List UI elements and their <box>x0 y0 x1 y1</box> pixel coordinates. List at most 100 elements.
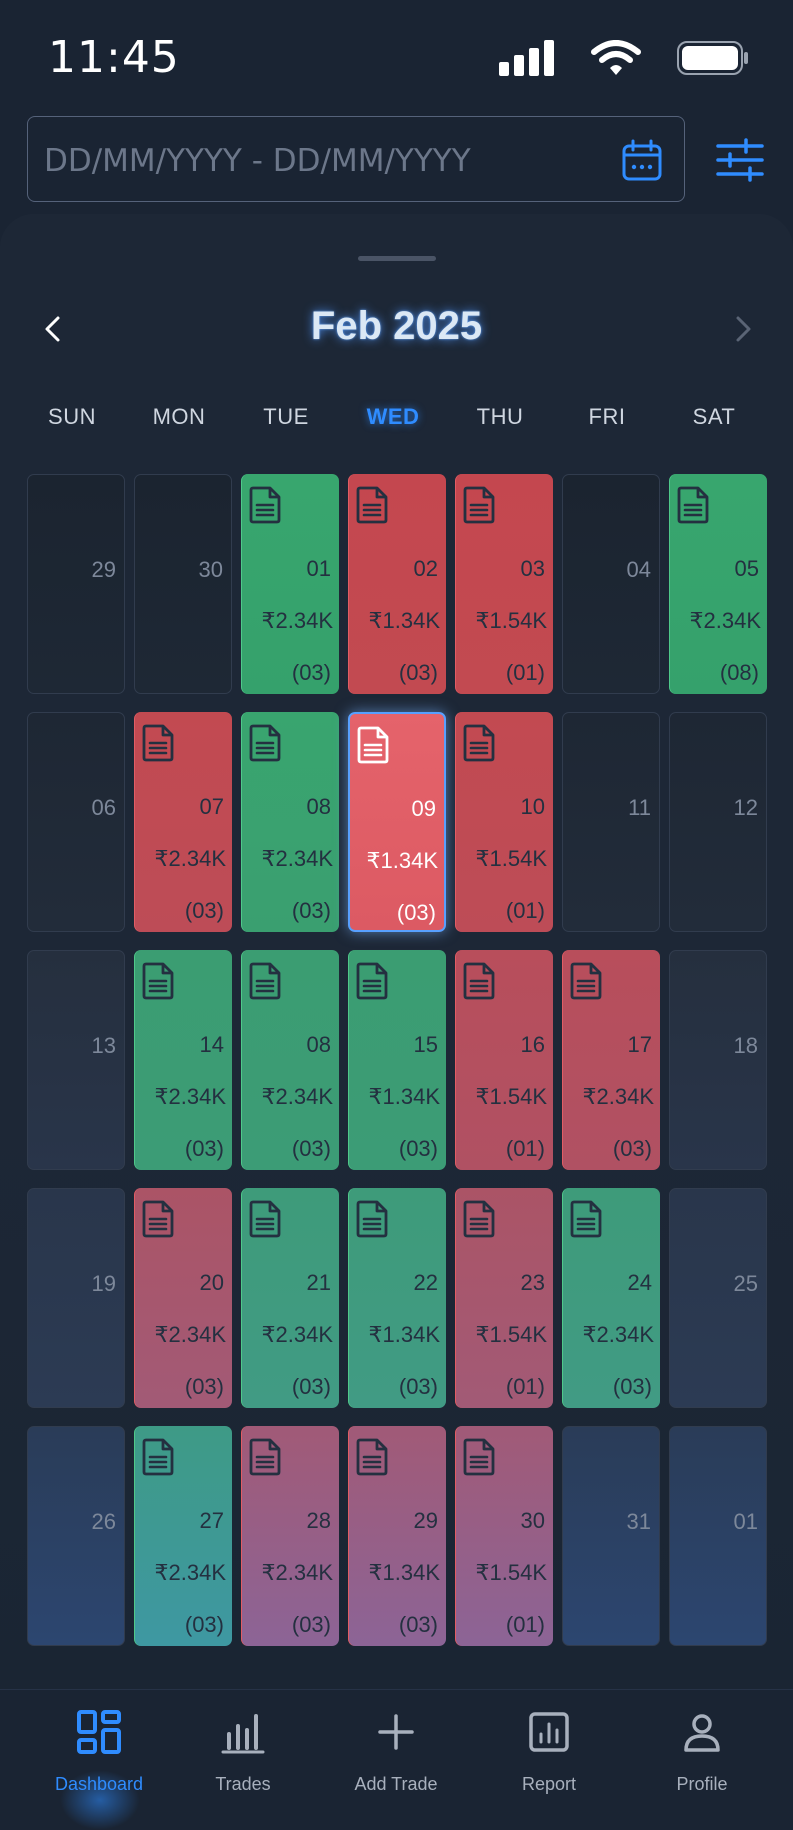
trade-count: (03) <box>184 1136 224 1161</box>
trade-count: (03) <box>184 898 224 923</box>
tab-label: Trades <box>215 1774 271 1794</box>
document-icon <box>248 486 282 524</box>
day-number: 08 <box>306 794 331 819</box>
day-number: 01 <box>306 556 331 581</box>
tab-add-trade[interactable]: Add Trade <box>317 1690 475 1801</box>
pnl-amount: ₹1.54K <box>475 608 548 633</box>
calendar-day-cell[interactable]: 29 ₹1.34K (03) <box>348 1426 446 1646</box>
calendar-day-cell[interactable]: 17 ₹2.34K (03) <box>562 950 660 1170</box>
trade-count: (03) <box>398 660 438 685</box>
status-bar: 11:45 <box>0 0 793 110</box>
day-number: 11 <box>628 795 651 820</box>
day-number: 17 <box>627 1032 652 1057</box>
pnl-amount: ₹2.34K <box>261 1322 334 1347</box>
wifi-icon <box>591 40 641 75</box>
pnl-amount: ₹1.34K <box>366 848 439 873</box>
calendar-day-cell[interactable]: 06 <box>27 712 125 932</box>
calendar-day-cell[interactable]: 20 ₹2.34K (03) <box>134 1188 232 1408</box>
day-number: 16 <box>520 1032 545 1057</box>
calendar-day-cell[interactable]: 19 <box>27 1188 125 1408</box>
calendar-day-cell[interactable]: 16 ₹1.54K (01) <box>455 950 553 1170</box>
calendar-day-cell[interactable]: 08 ₹2.34K (03) <box>241 712 339 932</box>
trade-count: (01) <box>505 1374 545 1399</box>
tab-report[interactable]: Report <box>470 1690 628 1801</box>
calendar-day-cell[interactable]: 14 ₹2.34K (03) <box>134 950 232 1170</box>
calendar-day-cell[interactable]: 22 ₹1.34K (03) <box>348 1188 446 1408</box>
calendar-day-cell[interactable]: 07 ₹2.34K (03) <box>134 712 232 932</box>
calendar-day-cell[interactable]: 09 ₹1.34K (03) <box>348 712 446 932</box>
calendar-day-cell[interactable]: 30 ₹1.54K (01) <box>455 1426 553 1646</box>
calendar-day-cell[interactable]: 27 ₹2.34K (03) <box>134 1426 232 1646</box>
day-number: 30 <box>198 557 223 582</box>
document-icon <box>355 962 389 1000</box>
calendar-day-cell[interactable]: 04 <box>562 474 660 694</box>
calendar-day-cell[interactable]: 18 <box>669 950 767 1170</box>
tab-label: Dashboard <box>54 1774 144 1794</box>
calendar-day-cell[interactable]: 11 <box>562 712 660 932</box>
calendar-day-cell[interactable]: 03 ₹1.54K (01) <box>455 474 553 694</box>
calendar-icon[interactable] <box>620 139 664 183</box>
document-icon <box>676 486 710 524</box>
tab-label: Report <box>521 1774 577 1794</box>
document-icon <box>141 962 175 1000</box>
trade-count: (03) <box>291 1136 331 1161</box>
calendar-day-cell[interactable]: 26 <box>27 1426 125 1646</box>
document-icon <box>462 1200 496 1238</box>
day-number: 28 <box>306 1508 331 1533</box>
filter-sliders-icon[interactable] <box>716 138 764 182</box>
calendar-day-cell[interactable]: 12 <box>669 712 767 932</box>
trade-count: (03) <box>291 898 331 923</box>
day-number: 08 <box>306 1032 331 1057</box>
calendar-day-cell[interactable]: 01 ₹2.34K (03) <box>241 474 339 694</box>
calendar-day-cell[interactable]: 24 ₹2.34K (03) <box>562 1188 660 1408</box>
calendar-day-cell[interactable]: 28 ₹2.34K (03) <box>241 1426 339 1646</box>
day-number: 22 <box>413 1270 438 1295</box>
document-icon <box>141 724 175 762</box>
pnl-amount: ₹1.54K <box>475 1322 548 1347</box>
day-number: 15 <box>413 1032 438 1057</box>
calendar-day-cell[interactable]: 29 <box>27 474 125 694</box>
day-number: 23 <box>520 1270 545 1295</box>
document-icon <box>355 1200 389 1238</box>
date-range-field[interactable] <box>27 116 685 205</box>
pnl-amount: ₹1.54K <box>475 1084 548 1109</box>
day-number: 29 <box>413 1508 438 1533</box>
calendar-day-cell[interactable]: 10 ₹1.54K (01) <box>455 712 553 932</box>
signal-icon <box>499 40 554 76</box>
calendar-day-cell[interactable]: 01 <box>669 1426 767 1646</box>
trade-count: (01) <box>505 1612 545 1637</box>
calendar-day-cell[interactable]: 15 ₹1.34K (03) <box>348 950 446 1170</box>
calendar-day-cell[interactable]: 31 <box>562 1426 660 1646</box>
calendar-day-cell[interactable]: 23 ₹1.54K (01) <box>455 1188 553 1408</box>
trade-count: (03) <box>398 1136 438 1161</box>
day-number: 24 <box>627 1270 652 1295</box>
tab-profile[interactable]: Profile <box>623 1690 781 1801</box>
calendar-day-cell[interactable]: 08 ₹2.34K (03) <box>241 950 339 1170</box>
pnl-amount: ₹2.34K <box>261 1084 334 1109</box>
document-icon <box>248 1438 282 1476</box>
calendar-day-cell[interactable]: 21 ₹2.34K (03) <box>241 1188 339 1408</box>
day-number: 06 <box>91 795 116 820</box>
calendar-day-cell[interactable]: 25 <box>669 1188 767 1408</box>
day-number: 14 <box>199 1032 224 1057</box>
tab-trades[interactable]: Trades <box>164 1690 322 1801</box>
tab-dashboard[interactable]: Dashboard <box>20 1690 178 1830</box>
calendar-day-cell[interactable]: 02 ₹1.34K (03) <box>348 474 446 694</box>
document-icon <box>569 1200 603 1238</box>
calendar-sheet: Feb 2025 SUN MON TUE WED THU FRI SAT 29 30 01 ₹2.… <box>0 214 793 1689</box>
trade-count: (01) <box>505 898 545 923</box>
date-range-input[interactable] <box>42 117 606 205</box>
status-icons <box>499 40 749 76</box>
day-number: 07 <box>199 794 224 819</box>
calendar-day-cell[interactable]: 13 <box>27 950 125 1170</box>
trade-count: (03) <box>612 1374 652 1399</box>
day-number: 18 <box>733 1033 758 1058</box>
calendar-day-cell[interactable]: 30 <box>134 474 232 694</box>
document-icon <box>356 726 390 764</box>
document-icon <box>355 1438 389 1476</box>
day-number: 21 <box>306 1270 331 1295</box>
calendar-day-cell[interactable]: 05 ₹2.34K (08) <box>669 474 767 694</box>
day-number: 25 <box>733 1271 758 1296</box>
trade-count: (03) <box>291 1374 331 1399</box>
pnl-amount: ₹2.34K <box>261 1560 334 1585</box>
